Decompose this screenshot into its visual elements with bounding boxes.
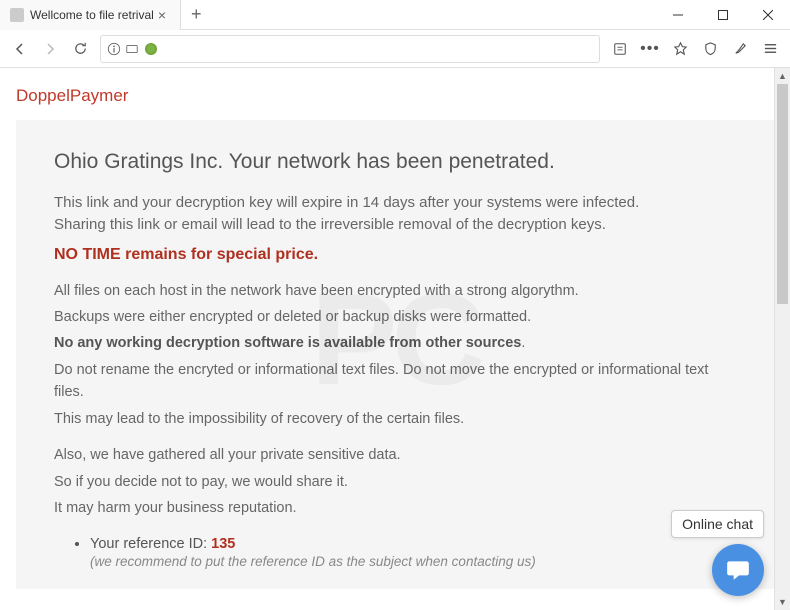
window-controls	[655, 0, 790, 30]
shield-button[interactable]	[696, 35, 724, 63]
permissions-icon	[125, 42, 139, 56]
browser-toolbar: •••	[0, 30, 790, 68]
tab-title: Wellcome to file retrival	[30, 8, 154, 22]
ref-id-value: 135	[211, 536, 235, 552]
body-p2: Backups were either encrypted or deleted…	[54, 306, 736, 328]
more-actions-button[interactable]: •••	[636, 35, 664, 63]
body-text: All files on each host in the network ha…	[54, 280, 736, 520]
body-p8: It may harm your business reputation.	[54, 497, 736, 519]
settings-brush-button[interactable]	[726, 35, 754, 63]
body-p1: All files on each host in the network ha…	[54, 280, 736, 302]
vertical-scrollbar[interactable]: ▲ ▼	[774, 68, 790, 610]
url-bar[interactable]	[100, 35, 600, 63]
back-button[interactable]	[6, 35, 34, 63]
forward-button[interactable]	[36, 35, 64, 63]
window-close-button[interactable]	[745, 0, 790, 30]
ref-note: (we recommend to put the reference ID as…	[90, 554, 736, 569]
warn-line-2: Sharing this link or email will lead to …	[54, 214, 736, 236]
window-titlebar: Wellcome to file retrival × +	[0, 0, 790, 30]
window-maximize-button[interactable]	[700, 0, 745, 30]
bookmark-button[interactable]	[666, 35, 694, 63]
tab-close-icon[interactable]: ×	[154, 7, 170, 23]
body-p6: Also, we have gathered all your private …	[54, 444, 736, 466]
browser-tab[interactable]: Wellcome to file retrival ×	[0, 0, 181, 30]
window-minimize-button[interactable]	[655, 0, 700, 30]
onion-icon	[145, 43, 157, 55]
brand-title: DoppelPaymer	[16, 86, 778, 106]
online-chat-label[interactable]: Online chat	[671, 510, 764, 538]
chat-button[interactable]	[712, 544, 764, 596]
new-tab-button[interactable]: +	[181, 4, 212, 25]
chat-icon	[725, 557, 751, 583]
scroll-up-icon[interactable]: ▲	[775, 68, 790, 84]
warn-line-1: This link and your decryption key will e…	[54, 192, 736, 214]
tab-favicon	[10, 8, 24, 22]
scroll-thumb[interactable]	[777, 84, 788, 304]
menu-button[interactable]	[756, 35, 784, 63]
scroll-down-icon[interactable]: ▼	[775, 594, 790, 610]
body-p7: So if you decide not to pay, we would sh…	[54, 471, 736, 493]
body-p3: No any working decryption software is av…	[54, 332, 736, 354]
no-time-notice: NO TIME remains for special price.	[54, 246, 736, 264]
body-p5: This may lead to the impossibility of re…	[54, 408, 736, 430]
message-panel: Ohio Gratings Inc. Your network has been…	[16, 120, 774, 589]
reference-id-section: Your reference ID: 135 (we recommend to …	[54, 536, 736, 569]
page-heading: Ohio Gratings Inc. Your network has been…	[54, 150, 736, 174]
info-icon	[107, 42, 121, 56]
reference-id-item: Your reference ID: 135 (we recommend to …	[90, 536, 736, 569]
reader-mode-button[interactable]	[606, 35, 634, 63]
reload-button[interactable]	[66, 35, 94, 63]
body-p4: Do not rename the encryted or informatio…	[54, 359, 736, 404]
ref-label: Your reference ID:	[90, 536, 211, 552]
warning-text: This link and your decryption key will e…	[54, 192, 736, 236]
